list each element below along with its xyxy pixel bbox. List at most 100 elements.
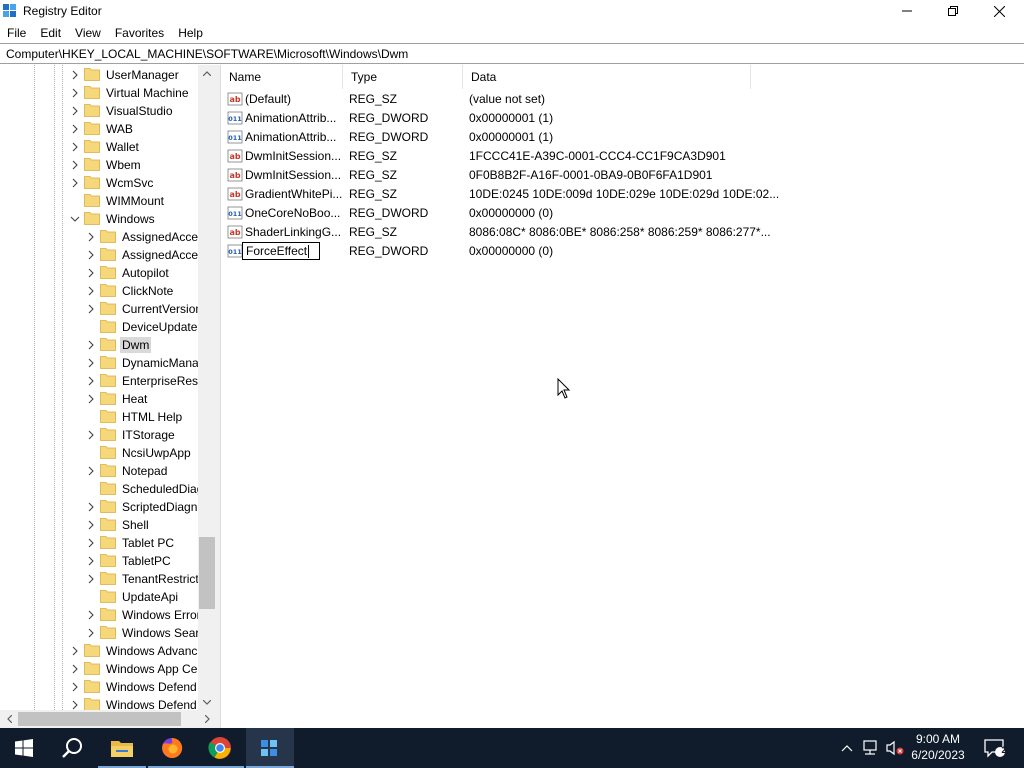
tree-item[interactable]: Wbem: [0, 156, 198, 174]
tree-item[interactable]: Windows Sear: [0, 624, 198, 642]
scroll-thumb[interactable]: [18, 712, 181, 726]
tree-item[interactable]: DynamicMana: [0, 354, 198, 372]
menu-favorites[interactable]: Favorites: [108, 23, 171, 42]
chevron-down-icon[interactable]: [70, 213, 80, 225]
value-row[interactable]: ab GradientWhitePi... REG_SZ 10DE:0245 10DE…: [221, 185, 781, 204]
chevron-right-icon[interactable]: [70, 69, 80, 81]
chevron-right-icon[interactable]: [70, 177, 80, 189]
chevron-right-icon[interactable]: [86, 609, 96, 621]
chevron-right-icon[interactable]: [86, 573, 96, 585]
tree-item[interactable]: UpdateApi: [0, 588, 198, 606]
search-button[interactable]: [48, 728, 96, 768]
tree-item[interactable]: VisualStudio: [0, 102, 198, 120]
tree-item[interactable]: WIMMount: [0, 192, 198, 210]
chevron-right-icon[interactable]: [70, 105, 80, 117]
chevron-right-icon[interactable]: [86, 357, 96, 369]
volume-button[interactable]: [884, 728, 906, 768]
tree-item[interactable]: Windows App Ce: [0, 660, 198, 678]
close-button[interactable]: [976, 0, 1022, 22]
action-center-button[interactable]: 2: [978, 728, 1012, 768]
value-row[interactable]: ab DwmInitSession... REG_SZ 1FCCC41E-A39C-0…: [221, 147, 781, 166]
tree-item[interactable]: ClickNote: [0, 282, 198, 300]
chevron-right-icon[interactable]: [86, 303, 96, 315]
value-row[interactable]: 011 AnimationAttrib... REG_DWORD 0x00000001…: [221, 128, 781, 147]
scroll-down-button[interactable]: [198, 694, 216, 710]
chevron-right-icon[interactable]: [86, 627, 96, 639]
menu-help[interactable]: Help: [171, 23, 210, 42]
tree-item[interactable]: CurrentVersion: [0, 300, 198, 318]
tree-item[interactable]: Autopilot: [0, 264, 198, 282]
chevron-right-icon[interactable]: [70, 699, 80, 710]
chevron-right-icon[interactable]: [86, 393, 96, 405]
chevron-right-icon[interactable]: [86, 375, 96, 387]
tree-item[interactable]: Windows: [0, 210, 198, 228]
chevron-right-icon[interactable]: [70, 645, 80, 657]
value-row[interactable]: 011 OneCoreNoBoo... REG_DWORD 0x00000000 (0…: [221, 204, 781, 223]
tree-item[interactable]: AssignedAcce: [0, 246, 198, 264]
tree-item[interactable]: Tablet PC: [0, 534, 198, 552]
value-row[interactable]: ab DwmInitSession... REG_SZ 0F0B8B2F-A16F-0…: [221, 166, 781, 185]
tree-item[interactable]: WAB: [0, 120, 198, 138]
tree-horizontal-scrollbar[interactable]: [0, 710, 216, 728]
tree-item[interactable]: EnterpriseResc: [0, 372, 198, 390]
tree-item[interactable]: ScheduledDiag: [0, 480, 198, 498]
menu-file[interactable]: File: [0, 23, 33, 42]
scroll-left-button[interactable]: [1, 710, 17, 728]
tree-item[interactable]: WcmSvc: [0, 174, 198, 192]
tree-item[interactable]: ITStorage: [0, 426, 198, 444]
value-row[interactable]: 011 ForceEffect REG_DWORD 0x00000000 (0): [221, 242, 781, 261]
show-hidden-icons-button[interactable]: [836, 728, 858, 768]
taskbar-registry-editor[interactable]: [246, 728, 294, 768]
chevron-right-icon[interactable]: [86, 519, 96, 531]
tree-item[interactable]: UserManager: [0, 66, 198, 84]
chevron-right-icon[interactable]: [86, 429, 96, 441]
tree-item[interactable]: NcsiUwpApp: [0, 444, 198, 462]
chevron-right-icon[interactable]: [86, 231, 96, 243]
taskbar-chrome[interactable]: [196, 728, 244, 768]
tree-item[interactable]: Windows Defend: [0, 678, 198, 696]
start-button[interactable]: [0, 728, 48, 768]
chevron-right-icon[interactable]: [86, 339, 96, 351]
rename-value-input[interactable]: ForceEffect: [242, 242, 320, 260]
value-row[interactable]: ab ShaderLinkingG... REG_SZ 8086:08C* 8086:…: [221, 223, 781, 242]
tree-item[interactable]: AssignedAcce: [0, 228, 198, 246]
taskbar-clock[interactable]: 9:00 AM 6/20/2023: [906, 731, 970, 763]
chevron-right-icon[interactable]: [86, 501, 96, 513]
title-bar[interactable]: Registry Editor: [0, 0, 1024, 22]
scroll-right-button[interactable]: [199, 710, 215, 728]
tree-item[interactable]: Shell: [0, 516, 198, 534]
tree-item[interactable]: TabletPC: [0, 552, 198, 570]
tree-item[interactable]: Windows Error: [0, 606, 198, 624]
column-header-name[interactable]: Name: [221, 65, 343, 89]
chevron-right-icon[interactable]: [86, 267, 96, 279]
restore-button[interactable]: [930, 0, 976, 22]
chevron-right-icon[interactable]: [86, 555, 96, 567]
value-row[interactable]: ab (Default) REG_SZ (value not set): [221, 90, 781, 109]
chevron-right-icon[interactable]: [86, 465, 96, 477]
chevron-right-icon[interactable]: [70, 141, 80, 153]
chevron-right-icon[interactable]: [70, 159, 80, 171]
tree-item[interactable]: Windows Advanc: [0, 642, 198, 660]
tree-item[interactable]: HTML Help: [0, 408, 198, 426]
tree-item[interactable]: ScriptedDiagn: [0, 498, 198, 516]
chevron-right-icon[interactable]: [70, 123, 80, 135]
taskbar-file-explorer[interactable]: [98, 728, 146, 768]
value-row[interactable]: 011 AnimationAttrib... REG_DWORD 0x00000001…: [221, 109, 781, 128]
tree-item[interactable]: Wallet: [0, 138, 198, 156]
chevron-right-icon[interactable]: [70, 663, 80, 675]
minimize-button[interactable]: [884, 0, 930, 22]
scroll-up-button[interactable]: [198, 65, 216, 81]
chevron-right-icon[interactable]: [86, 249, 96, 261]
taskbar-firefox[interactable]: [148, 728, 196, 768]
tree-item[interactable]: DeviceUpdate: [0, 318, 198, 336]
tree-vertical-scrollbar[interactable]: [198, 65, 216, 710]
tree-item[interactable]: Virtual Machine: [0, 84, 198, 102]
tree-item[interactable]: Heat: [0, 390, 198, 408]
column-header-data[interactable]: Data: [463, 65, 751, 89]
address-bar[interactable]: Computer\HKEY_LOCAL_MACHINE\SOFTWARE\Mic…: [0, 43, 1024, 64]
tree-item[interactable]: Notepad: [0, 462, 198, 480]
column-header-type[interactable]: Type: [343, 65, 463, 89]
menu-view[interactable]: View: [68, 23, 108, 42]
chevron-right-icon[interactable]: [70, 87, 80, 99]
scroll-thumb[interactable]: [199, 537, 215, 609]
